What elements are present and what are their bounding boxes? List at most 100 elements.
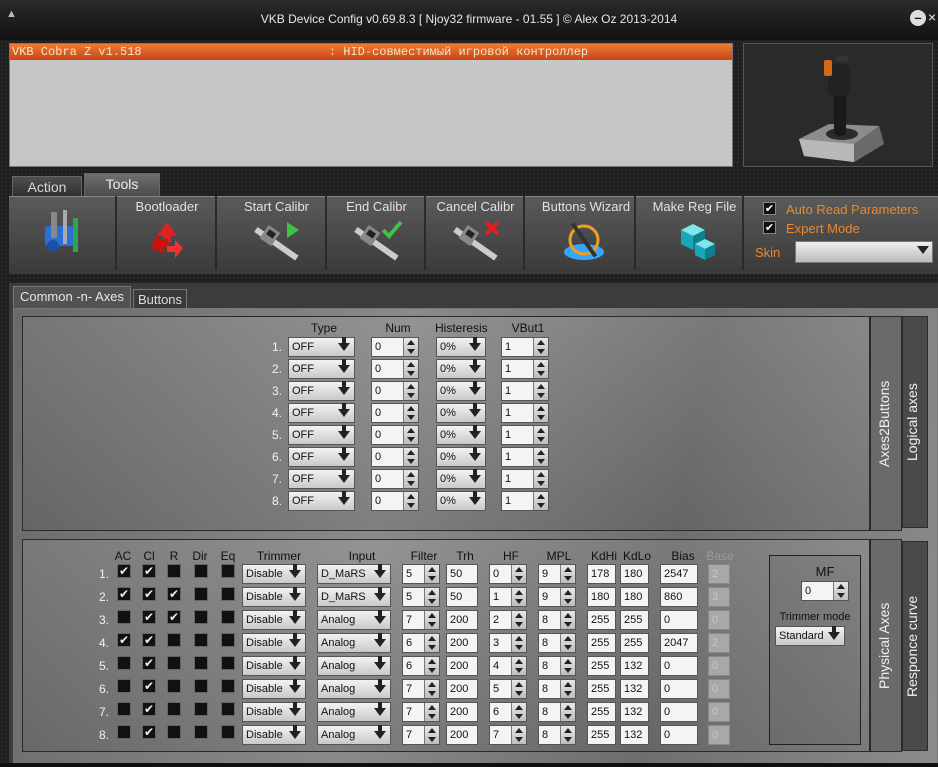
mpl-spinner[interactable]: 8	[538, 633, 576, 653]
bootloader-button[interactable]: Bootloader	[119, 196, 217, 270]
spinner-arrows-icon[interactable]	[403, 448, 418, 466]
type-select[interactable]: OFF	[288, 359, 355, 379]
ac-checkbox[interactable]	[117, 702, 131, 716]
spinner-arrows-icon[interactable]	[424, 565, 439, 583]
spinner-arrows-icon[interactable]	[511, 680, 526, 698]
make-reg-file-button[interactable]: Make Reg File	[647, 196, 744, 270]
ac-checkbox[interactable]	[117, 610, 131, 624]
spinner-arrows-icon[interactable]	[533, 404, 548, 422]
spinner-arrows-icon[interactable]	[533, 470, 548, 488]
input-select[interactable]: D_MaRS	[317, 564, 391, 584]
mpl-spinner[interactable]: 9	[538, 587, 576, 607]
histeresis-select[interactable]: 0%	[436, 425, 486, 445]
kdhi-field[interactable]: 178	[587, 564, 616, 584]
auto-read-checkbox[interactable]: ✔	[763, 202, 776, 215]
type-select[interactable]: OFF	[288, 337, 355, 357]
r-checkbox[interactable]: ✔	[167, 587, 181, 601]
end-calibr-button[interactable]: End Calibr	[329, 196, 426, 270]
dir-checkbox[interactable]	[194, 564, 208, 578]
filter-spinner[interactable]: 7	[402, 610, 440, 630]
type-select[interactable]: OFF	[288, 381, 355, 401]
vbut1-spinner[interactable]: 1	[501, 447, 549, 467]
kdlo-field[interactable]: 180	[620, 564, 649, 584]
trimmer-select[interactable]: Disable	[242, 587, 306, 607]
mpl-spinner[interactable]: 8	[538, 702, 576, 722]
input-select[interactable]: D_MaRS	[317, 587, 391, 607]
eq-checkbox[interactable]	[221, 702, 235, 716]
num-spinner[interactable]: 0	[371, 381, 419, 401]
kdlo-field[interactable]: 132	[620, 656, 649, 676]
bias-field[interactable]: 0	[660, 702, 698, 722]
r-checkbox[interactable]	[167, 679, 181, 693]
dir-checkbox[interactable]	[194, 633, 208, 647]
hf-spinner[interactable]: 2	[489, 610, 527, 630]
expert-mode-checkbox[interactable]: ✔	[763, 221, 776, 234]
spinner-arrows-icon[interactable]	[424, 726, 439, 744]
spinner-arrows-icon[interactable]	[424, 634, 439, 652]
dir-checkbox[interactable]	[194, 610, 208, 624]
spinner-arrows-icon[interactable]	[560, 565, 575, 583]
ac-checkbox[interactable]: ✔	[117, 587, 131, 601]
hf-spinner[interactable]: 6	[489, 702, 527, 722]
trh-field[interactable]: 200	[446, 610, 478, 630]
spinner-arrows-icon[interactable]	[511, 703, 526, 721]
num-spinner[interactable]: 0	[371, 447, 419, 467]
eq-checkbox[interactable]	[221, 587, 235, 601]
cl-checkbox[interactable]: ✔	[142, 633, 156, 647]
input-select[interactable]: Analog	[317, 610, 391, 630]
kdhi-field[interactable]: 255	[587, 679, 616, 699]
cl-checkbox[interactable]: ✔	[142, 725, 156, 739]
eq-checkbox[interactable]	[221, 725, 235, 739]
cancel-calibr-button[interactable]: Cancel Calibr	[428, 196, 525, 270]
bias-field[interactable]: 2047	[660, 633, 698, 653]
kdlo-field[interactable]: 255	[620, 633, 649, 653]
spinner-arrows-icon[interactable]	[403, 404, 418, 422]
spinner-arrows-icon[interactable]	[424, 680, 439, 698]
close-button[interactable]: ×	[928, 9, 936, 25]
spinner-arrows-icon[interactable]	[560, 680, 575, 698]
kdlo-field[interactable]: 132	[620, 725, 649, 745]
dir-checkbox[interactable]	[194, 725, 208, 739]
tools-icon-button[interactable]	[11, 196, 117, 270]
trimmer-select[interactable]: Disable	[242, 725, 306, 745]
histeresis-select[interactable]: 0%	[436, 469, 486, 489]
hf-spinner[interactable]: 4	[489, 656, 527, 676]
input-select[interactable]: Analog	[317, 679, 391, 699]
bias-field[interactable]: 860	[660, 587, 698, 607]
r-checkbox[interactable]	[167, 564, 181, 578]
histeresis-select[interactable]: 0%	[436, 491, 486, 511]
hf-spinner[interactable]: 7	[489, 725, 527, 745]
kdlo-field[interactable]: 180	[620, 587, 649, 607]
vbut1-spinner[interactable]: 1	[501, 491, 549, 511]
mpl-spinner[interactable]: 8	[538, 725, 576, 745]
eq-checkbox[interactable]	[221, 656, 235, 670]
bias-field[interactable]: 0	[660, 679, 698, 699]
type-select[interactable]: OFF	[288, 491, 355, 511]
spinner-arrows-icon[interactable]	[560, 588, 575, 606]
spinner-arrows-icon[interactable]	[424, 703, 439, 721]
filter-spinner[interactable]: 7	[402, 702, 440, 722]
filter-spinner[interactable]: 6	[402, 656, 440, 676]
spinner-arrows-icon[interactable]	[511, 611, 526, 629]
hf-spinner[interactable]: 1	[489, 587, 527, 607]
histeresis-select[interactable]: 0%	[436, 447, 486, 467]
kdlo-field[interactable]: 132	[620, 702, 649, 722]
spinner-arrows-icon[interactable]	[560, 726, 575, 744]
spinner-arrows-icon[interactable]	[533, 382, 548, 400]
mpl-spinner[interactable]: 8	[538, 610, 576, 630]
filter-spinner[interactable]: 7	[402, 725, 440, 745]
ac-checkbox[interactable]: ✔	[117, 633, 131, 647]
kdhi-field[interactable]: 255	[587, 633, 616, 653]
filter-spinner[interactable]: 6	[402, 633, 440, 653]
r-checkbox[interactable]: ✔	[167, 610, 181, 624]
trimmer-select[interactable]: Disable	[242, 633, 306, 653]
spinner-arrows-icon[interactable]	[560, 703, 575, 721]
ac-checkbox[interactable]	[117, 679, 131, 693]
kdlo-field[interactable]: 132	[620, 679, 649, 699]
kdlo-field[interactable]: 255	[620, 610, 649, 630]
filter-spinner[interactable]: 5	[402, 564, 440, 584]
kdhi-field[interactable]: 255	[587, 702, 616, 722]
spinner-arrows-icon[interactable]	[533, 426, 548, 444]
trimmer-select[interactable]: Disable	[242, 679, 306, 699]
skin-select[interactable]	[795, 241, 933, 263]
